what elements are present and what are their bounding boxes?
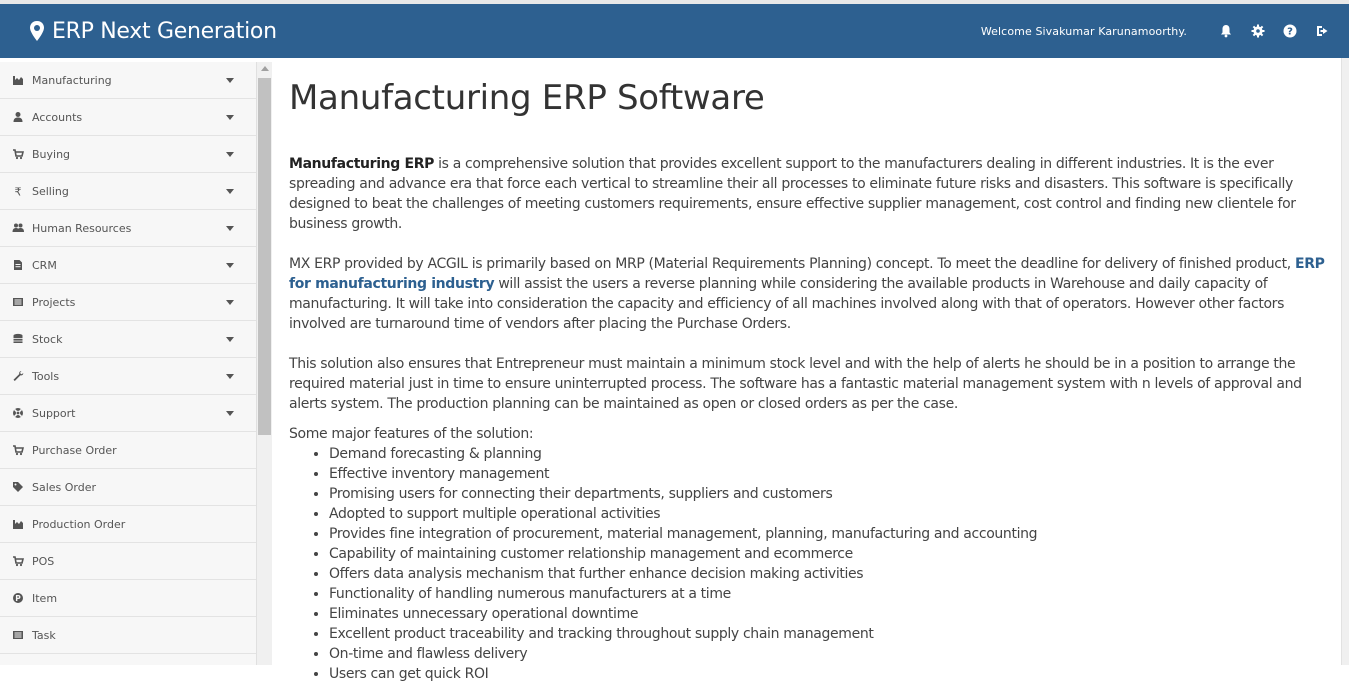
wrench-icon: [13, 371, 24, 381]
feature-list-item: Capability of maintaining customer relat…: [329, 544, 1334, 564]
top-navbar: ERP Next Generation Welcome Sivakumar Ka…: [0, 0, 1349, 58]
list-icon: [13, 298, 23, 306]
feature-list-item: Provides fine integration of procurement…: [329, 524, 1334, 544]
feature-list-item: Demand forecasting & planning: [329, 444, 1334, 464]
caret-down-icon[interactable]: [226, 411, 234, 416]
feature-list-item: Users can get quick ROI: [329, 664, 1334, 684]
sidebar-item-support[interactable]: Support: [0, 395, 256, 432]
cart-icon: [13, 445, 24, 456]
sidebar-item-label: Tools: [32, 369, 60, 383]
feature-list-item: Adopted to support multiple operational …: [329, 504, 1334, 524]
sidebar-item-sales-order[interactable]: Sales Order: [0, 469, 256, 506]
users-icon: [12, 223, 24, 232]
paragraph-mrp: MX ERP provided by ACGIL is primarily ba…: [289, 254, 1334, 334]
sidebar-item-manufacturing[interactable]: Manufacturing: [0, 62, 256, 99]
welcome-text: Welcome Sivakumar Karunamoorthy.: [980, 24, 1187, 38]
sidebar-item-label: Sales Order: [32, 480, 97, 494]
sidebar-item-projects[interactable]: Projects: [0, 284, 256, 321]
product-icon: P: [13, 593, 23, 603]
sidebar-item-accounts[interactable]: Accounts: [0, 99, 256, 136]
caret-down-icon[interactable]: [226, 189, 234, 194]
content-scrollbar[interactable]: [1341, 58, 1349, 665]
list-icon: [13, 631, 23, 639]
tags-icon: [13, 482, 23, 492]
sidebar-item-label: Accounts: [32, 110, 83, 124]
sidebar-item-label: POS: [32, 554, 55, 568]
chart-icon: [13, 520, 23, 529]
caret-down-icon[interactable]: [226, 337, 234, 342]
mrp-text-start: MX ERP provided by ACGIL is primarily ba…: [289, 256, 1295, 272]
sidebar-item-selling[interactable]: ₹ Selling: [0, 173, 256, 210]
sidebar-item-label: Projects: [32, 295, 76, 309]
feature-list-item: Eliminates unnecessary operational downt…: [329, 604, 1334, 624]
user-icon: [13, 112, 23, 122]
brand-link[interactable]: ERP Next Generation: [28, 19, 277, 44]
sidebar-item-stock[interactable]: Stock: [0, 321, 256, 358]
feature-list-item: Offers data analysis mechanism that furt…: [329, 564, 1334, 584]
svg-text:₹: ₹: [15, 186, 22, 198]
page-title: Manufacturing ERP Software: [289, 78, 765, 118]
help-icon[interactable]: ?: [1283, 24, 1297, 38]
chart-icon: [13, 76, 23, 85]
sidebar-menu: Manufacturing Accounts Buying ₹ Selling Human…: [0, 62, 257, 665]
sidebar-item-label: CRM: [32, 258, 57, 272]
features-list: Demand forecasting & planningEffective i…: [329, 444, 1334, 684]
sidebar-item-label: Item: [32, 591, 58, 605]
database-icon: [13, 333, 23, 343]
paragraph-intro: Manufacturing ERP is a comprehensive sol…: [289, 154, 1334, 234]
sidebar-item-label: Human Resources: [32, 221, 132, 235]
feature-list-item: Functionality of handling numerous manuf…: [329, 584, 1334, 604]
sidebar-item-label: Task: [32, 628, 56, 642]
brand-title: ERP Next Generation: [52, 18, 277, 44]
feature-list-item: On-time and flawless delivery: [329, 644, 1334, 664]
intro-bold: Manufacturing ERP: [289, 156, 435, 172]
caret-down-icon[interactable]: [226, 300, 234, 305]
sidebar-scrollbar[interactable]: [257, 62, 272, 665]
features-intro: Some major features of the solution:: [289, 426, 534, 442]
svg-text:?: ?: [1287, 27, 1293, 38]
sidebar-item-label: Support: [32, 406, 76, 420]
feature-list-item: Effective inventory management: [329, 464, 1334, 484]
sidebar-item-label: Production Order: [32, 517, 126, 531]
sidebar-item-label: Purchase Order: [32, 443, 117, 457]
caret-down-icon[interactable]: [226, 263, 234, 268]
file-icon: [14, 260, 22, 270]
cart-icon: [13, 149, 24, 160]
caret-down-icon[interactable]: [226, 226, 234, 231]
sidebar-item-production-order[interactable]: Production Order: [0, 506, 256, 543]
rupee-icon: ₹: [15, 186, 22, 198]
sidebar-item-tools[interactable]: Tools: [0, 358, 256, 395]
svg-text:P: P: [15, 594, 21, 603]
sidebar-item-buying[interactable]: Buying: [0, 136, 256, 173]
scroll-up-arrow-icon[interactable]: [261, 66, 269, 71]
intro-text: is a comprehensive solution that provide…: [289, 156, 1296, 232]
sidebar-item-pos[interactable]: POS: [0, 543, 256, 580]
caret-down-icon[interactable]: [226, 152, 234, 157]
caret-down-icon[interactable]: [226, 78, 234, 83]
sidebar-item-purchase-order[interactable]: Purchase Order: [0, 432, 256, 469]
sidebar-item-label: Selling: [32, 184, 69, 198]
paragraph-stock: This solution also ensures that Entrepre…: [289, 356, 1302, 412]
feature-list-item: Promising users for connecting their dep…: [329, 484, 1334, 504]
sidebar-item-label: Buying: [32, 147, 71, 161]
caret-down-icon[interactable]: [226, 115, 234, 120]
sidebar-item-task[interactable]: Task: [0, 617, 256, 654]
sidebar-item-item[interactable]: P Item: [0, 580, 256, 617]
sidebar-item-human-resources[interactable]: Human Resources: [0, 210, 256, 247]
sidebar-item-crm[interactable]: CRM: [0, 247, 256, 284]
main-content: Manufacturing ERP Software Manufacturing…: [289, 78, 1334, 684]
signout-icon[interactable]: [1315, 24, 1329, 38]
sidebar-item-label: Stock: [32, 332, 63, 346]
sidebar-item-label: Manufacturing: [32, 73, 112, 87]
bell-icon[interactable]: [1219, 24, 1233, 38]
cart-icon: [13, 556, 24, 567]
gear-icon[interactable]: [1251, 24, 1265, 38]
user-area: Welcome Sivakumar Karunamoorthy. ?: [981, 4, 1329, 58]
feature-list-item: Excellent product traceability and track…: [329, 624, 1334, 644]
scrollbar-thumb[interactable]: [258, 78, 271, 435]
map-marker-icon: [30, 21, 44, 41]
caret-down-icon[interactable]: [226, 374, 234, 379]
lifebuoy-icon: [13, 408, 23, 418]
